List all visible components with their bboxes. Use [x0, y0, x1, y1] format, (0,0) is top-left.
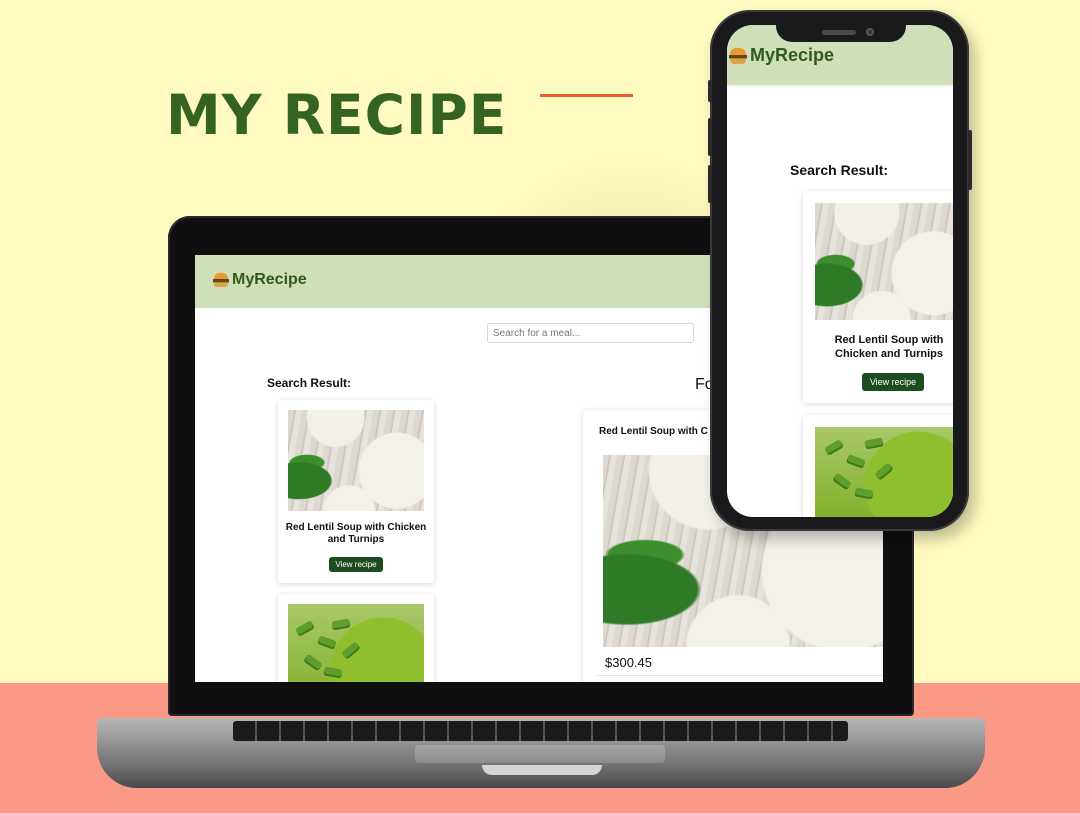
- phone-camera: [866, 28, 874, 36]
- recipe-title: Red Lentil Soup with Chicken and Turnips: [834, 334, 944, 360]
- brand-logo[interactable]: MyRecipe: [729, 45, 834, 66]
- recipe-card[interactable]: Red Lentil Soup with Chicken and Turnips…: [803, 191, 953, 403]
- recipe-price: $300.45: [605, 655, 652, 670]
- burger-icon: [213, 273, 229, 287]
- view-recipe-button[interactable]: View recipe: [329, 557, 383, 572]
- recipe-image: [288, 604, 424, 682]
- divider: [597, 675, 883, 676]
- phone-screen: MyRecipe Search Result: Red Lentil Soup …: [727, 25, 953, 517]
- search-result-heading: Search Result:: [790, 162, 889, 178]
- brand-logo[interactable]: MyRecipe: [213, 271, 307, 289]
- view-recipe-button[interactable]: View recipe: [862, 373, 924, 391]
- recipe-title: Red Lentil Soup with Chicken and Turnips: [285, 522, 427, 545]
- burger-icon: [729, 47, 747, 64]
- search-input[interactable]: [487, 323, 694, 343]
- phone-side-button: [708, 118, 712, 156]
- brand-name: MyRecipe: [232, 271, 307, 288]
- phone-speaker: [822, 30, 856, 35]
- recipe-card[interactable]: [803, 415, 953, 517]
- recipe-image: [815, 427, 953, 517]
- phone-side-button: [708, 165, 712, 203]
- brand-name: MyRecipe: [750, 45, 835, 65]
- laptop-trackpad: [415, 745, 665, 763]
- phone-side-button: [968, 130, 972, 190]
- detail-title: Red Lentil Soup with C: [599, 426, 708, 437]
- phone-notch: [776, 14, 906, 42]
- laptop-keyboard: [233, 721, 848, 741]
- recipe-image: [288, 410, 424, 511]
- phone-side-button: [708, 80, 712, 102]
- laptop-notch: [482, 765, 602, 775]
- recipe-card[interactable]: Red Lentil Soup with Chicken and Turnips…: [278, 400, 434, 583]
- accent-line: [540, 94, 633, 97]
- recipe-card[interactable]: [278, 594, 434, 682]
- recipe-image: [815, 203, 953, 320]
- search-result-heading: Search Result:: [267, 376, 352, 390]
- hero-title: MY RECIPE: [166, 83, 508, 147]
